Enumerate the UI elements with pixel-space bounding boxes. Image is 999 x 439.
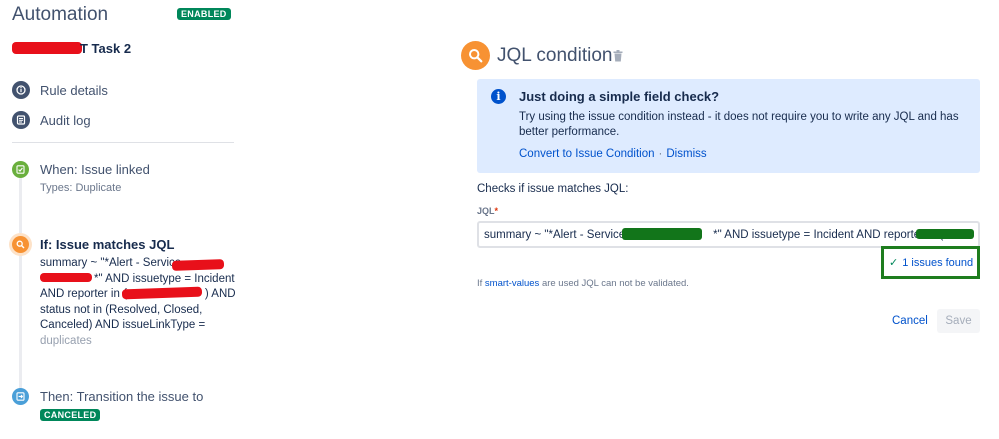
jql-input[interactable]: summary ~ "*Alert - Service *" AND issuet… [477,221,980,248]
search-icon [12,236,29,253]
action-title: Then: Transition the issue to [40,389,204,404]
info-banner: i Just doing a simple field check? Try u… [477,79,980,173]
jql-value-end: *" AND issuetype = Incident AND reporter… [713,229,944,241]
smart-values-link[interactable]: smart-values [485,278,539,289]
smart-values-hint: If smart-values are used JQL can not be … [477,278,689,289]
search-icon [461,41,490,70]
jql-line: duplicates [40,334,92,347]
jql-value-start: summary ~ "*Alert - Service [484,229,626,241]
info-text: Try using the issue condition instead - … [519,111,959,138]
rule-name: T Task 2 [80,41,132,56]
transition-icon [12,388,29,405]
canceled-badge: CANCELED [40,409,101,421]
trigger-subtitle: Types: Duplicate [40,182,122,194]
save-button[interactable]: Save [937,309,980,333]
trash-icon[interactable] [613,49,623,67]
redaction-mark [622,228,702,240]
trigger-icon [12,161,29,178]
jql-line: *" AND issuetype = Incident [94,272,235,285]
divider [12,142,234,143]
jql-line: Canceled) AND issueLinkType = [40,319,206,331]
redaction-mark [12,42,82,54]
nav-label: Audit log [40,112,91,128]
info-title: Just doing a simple field check? [519,89,720,104]
trigger-title: When: Issue linked [40,162,150,177]
rule-sidebar: Automation ENABLED T Task 2 Rule details… [0,0,240,439]
redaction-mark [171,259,225,271]
jql-line: summary ~ "*Alert - Service [40,257,182,269]
nav-rule-details[interactable]: Rule details [12,80,108,100]
jql-line: ) AND [204,288,236,300]
jql-label-text: JQL [477,206,495,216]
condition-jql-summary: summary ~ "*Alert - Service *" AND issue… [40,256,236,349]
redaction-mark [916,229,974,239]
condition-title: If: Issue matches JQL [40,237,175,252]
jql-line: AND reporter in ( [40,288,127,300]
info-actions: Convert to Issue Condition · Dismiss [519,148,707,160]
issues-found-status: ✓ 1 issues found [889,256,973,269]
issues-found-label: 1 issues found [902,257,974,269]
jql-line: status not in (Resolved, Closed, [40,303,203,316]
link-separator: · [658,148,663,160]
hint-suffix: are used JQL can not be validated. [541,278,689,289]
app-title: Automation [12,4,109,25]
enabled-badge: ENABLED [177,8,231,20]
editor-title: JQL condition [497,45,613,66]
nav-audit-log[interactable]: Audit log [12,110,91,130]
info-icon [12,81,30,99]
hint-prefix: If [477,278,483,289]
checks-label: Checks if issue matches JQL: [477,183,629,195]
dismiss-link[interactable]: Dismiss [666,148,706,160]
check-icon: ✓ [889,257,899,269]
cancel-button[interactable]: Cancel [884,309,936,333]
nav-label: Rule details [40,82,108,98]
redaction-mark [40,273,92,282]
timeline-line [19,178,22,233]
required-marker: * [494,206,499,216]
convert-to-issue-condition-link[interactable]: Convert to Issue Condition [519,148,655,160]
jql-field-label: JQL* [477,206,498,216]
timeline-line [19,253,22,388]
info-icon: i [491,89,506,104]
audit-log-icon [12,111,30,129]
